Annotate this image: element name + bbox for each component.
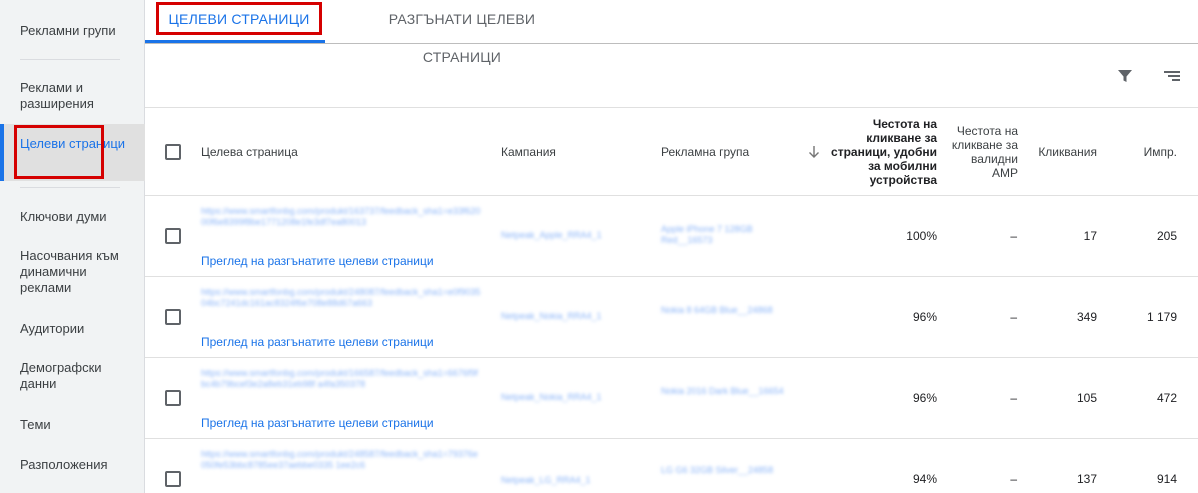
column-header-impressions[interactable]: Импр. — [1105, 145, 1177, 159]
landing-page-url[interactable]: https://www.smartfonbg.com/produkt/24858… — [201, 449, 481, 471]
sidebar-item-keywords[interactable]: Ключови думи — [0, 209, 145, 225]
mobile-ctr-value: 96% — [912, 391, 937, 405]
impressions-value: 914 — [1156, 472, 1177, 486]
column-header-clicks[interactable]: Кликвания — [1025, 145, 1097, 159]
table-row: https://www.smartfonbg.com/produkt/24808… — [145, 277, 1198, 358]
mobile-ctr-value: 96% — [912, 310, 937, 324]
impressions-value: 472 — [1156, 391, 1177, 405]
impressions-value: 205 — [1156, 229, 1177, 243]
amp-ctr-value: – — [1010, 391, 1017, 405]
clicks-value: 137 — [1076, 472, 1097, 486]
campaign-link[interactable]: Netpeak_Nokia_RRA4_1 — [501, 311, 641, 322]
clicks-value: 17 — [1083, 229, 1097, 243]
campaign-link[interactable]: Netpeak_LG_RRA4_1 — [501, 475, 641, 486]
active-tab-underline — [145, 40, 325, 43]
mobile-ctr-value: 94% — [912, 472, 937, 486]
sidebar-active-indicator — [0, 124, 4, 181]
column-header-campaign[interactable]: Кампания — [501, 145, 556, 159]
expanded-pages-link[interactable]: Преглед на разгънатите целеви страници — [201, 416, 434, 430]
clicks-value: 349 — [1076, 310, 1097, 324]
table-header: Целева страница Кампания Рекламна група … — [145, 108, 1198, 196]
landing-page-url[interactable]: https://www.smartfonbg.com/produkt/16373… — [201, 206, 481, 228]
highlight-frame — [14, 125, 104, 179]
sidebar-divider — [20, 187, 120, 188]
impressions-value: 1 179 — [1146, 310, 1177, 324]
sidebar-item-ad-groups[interactable]: Рекламни групи — [0, 23, 145, 39]
column-header-ad-group[interactable]: Рекламна група — [661, 145, 749, 159]
landing-page-url[interactable]: https://www.smartfonbg.com/produkt/16658… — [201, 368, 481, 390]
ad-group-link[interactable]: Apple iPhone 7 128GB Red__16573 — [661, 224, 801, 246]
clicks-value: 105 — [1076, 391, 1097, 405]
ad-group-link[interactable]: Nokia 8 64GB Blue__24868 — [661, 305, 801, 316]
sort-lines-icon[interactable] — [1162, 66, 1182, 86]
row-checkbox[interactable] — [165, 228, 181, 244]
column-header-landing-page[interactable]: Целева страница — [201, 145, 298, 159]
table-toolbar — [145, 44, 1198, 108]
sidebar: Рекламни групи Реклами и разширения Целе… — [0, 0, 145, 493]
row-checkbox[interactable] — [165, 390, 181, 406]
select-all-checkbox[interactable] — [165, 144, 181, 160]
sidebar-item-demographics[interactable]: Демографски данни — [0, 360, 145, 392]
amp-ctr-value: – — [1010, 229, 1017, 243]
filter-icon[interactable] — [1115, 66, 1135, 86]
ad-group-link[interactable]: Nokia 2016 Dark Blue__16654 — [661, 386, 801, 397]
column-header-amp-ctr[interactable]: Честота на кликване за валидни AMP — [950, 124, 1018, 180]
highlight-frame — [156, 2, 322, 35]
sidebar-item-topics[interactable]: Теми — [0, 417, 145, 433]
sidebar-item-placements[interactable]: Разположения — [0, 457, 145, 473]
amp-ctr-value: – — [1010, 472, 1017, 486]
table-row: https://www.smartfonbg.com/produkt/16373… — [145, 196, 1198, 277]
landing-page-url[interactable]: https://www.smartfonbg.com/produkt/24808… — [201, 287, 481, 309]
table-row: https://www.smartfonbg.com/produkt/16658… — [145, 358, 1198, 439]
expanded-pages-link[interactable]: Преглед на разгънатите целеви страници — [201, 335, 434, 349]
sidebar-item-dynamic-ad-targets[interactable]: Насочвания към динамични реклами — [0, 248, 145, 296]
expanded-pages-link[interactable]: Преглед на разгънатите целеви страници — [201, 254, 434, 268]
table-row: https://www.smartfonbg.com/produkt/24858… — [145, 439, 1198, 493]
sidebar-divider — [20, 59, 120, 60]
tab-bar: ЦЕЛЕВИ СТРАНИЦИ РАЗГЪНАТИ ЦЕЛЕВИ СТРАНИЦ… — [145, 0, 1198, 65]
amp-ctr-value: – — [1010, 310, 1017, 324]
sidebar-item-ads-extensions[interactable]: Реклами и разширения — [0, 80, 145, 112]
row-checkbox[interactable] — [165, 471, 181, 487]
mobile-ctr-value: 100% — [906, 229, 937, 243]
sidebar-item-audiences[interactable]: Аудитории — [0, 321, 145, 337]
ad-group-link[interactable]: LG G6 32GB Silver__24858 — [661, 465, 801, 476]
tab-expanded-landing-pages[interactable]: РАЗГЪНАТИ ЦЕЛЕВИ СТРАНИЦИ — [351, 0, 573, 65]
campaign-link[interactable]: Netpeak_Apple_RRA4_1 — [501, 230, 641, 241]
column-header-mobile-ctr[interactable]: Честота на кликване за страници, удобни … — [825, 117, 937, 187]
campaign-link[interactable]: Netpeak_Nokia_RRA4_1 — [501, 392, 641, 403]
sort-arrow-down-icon[interactable] — [807, 145, 821, 159]
row-checkbox[interactable] — [165, 309, 181, 325]
